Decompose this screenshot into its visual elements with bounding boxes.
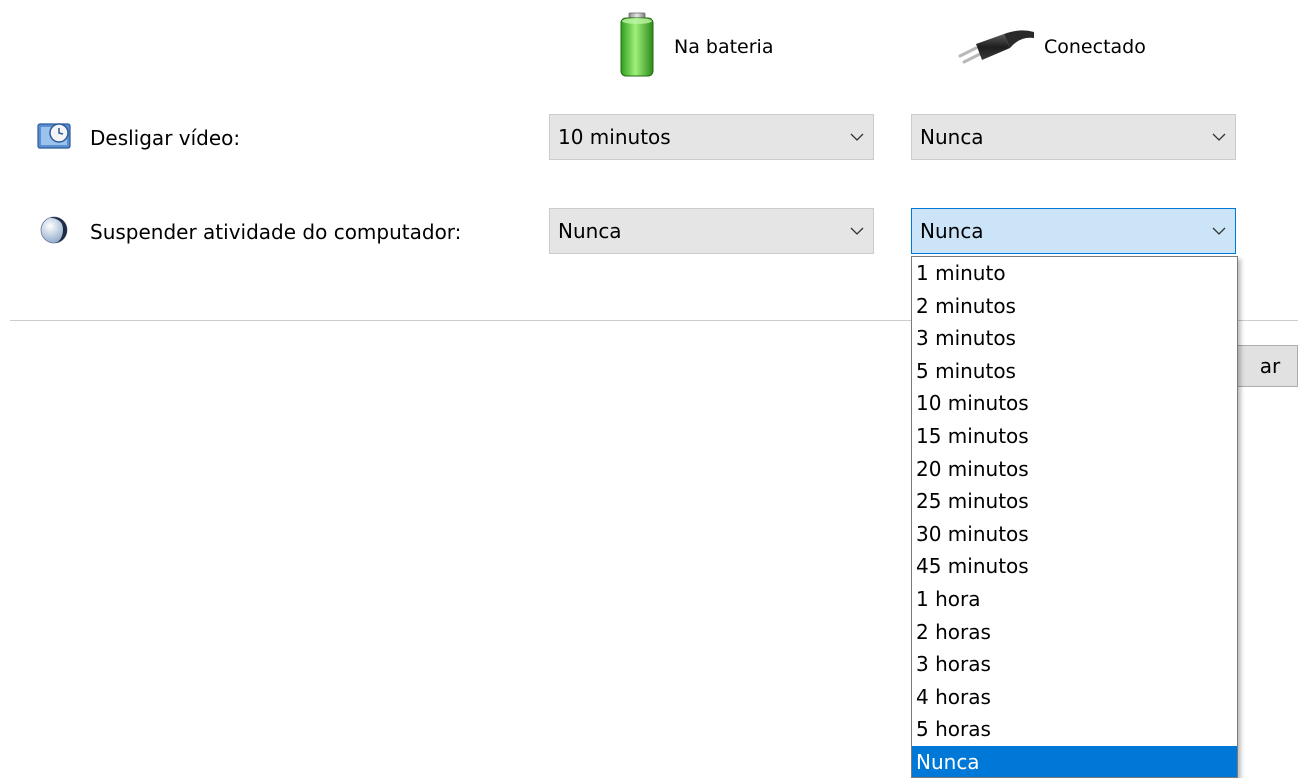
dropdown-option[interactable]: 10 minutos [912,387,1237,420]
dropdown-option[interactable]: 25 minutos [912,485,1237,518]
select-value: Nunca [558,219,622,243]
dropdown-option[interactable]: 3 horas [912,648,1237,681]
sleep-plugged-select[interactable]: Nunca [911,208,1236,254]
display-off-row-label: Desligar vídeo: [36,120,240,156]
dropdown-option[interactable]: 5 minutos [912,355,1237,388]
dropdown-option[interactable]: 45 minutos [912,550,1237,583]
dropdown-option[interactable]: 20 minutos [912,453,1237,486]
chevron-down-icon [1203,227,1235,235]
sleep-moon-icon [36,214,76,250]
dropdown-option[interactable]: 1 minuto [912,257,1237,290]
display-off-plugged-select[interactable]: Nunca [911,114,1236,160]
dropdown-option[interactable]: 3 minutos [912,322,1237,355]
button-label: ar [1259,354,1281,378]
dropdown-option[interactable]: 1 hora [912,583,1237,616]
dropdown-option[interactable]: 2 horas [912,616,1237,649]
display-off-battery-select[interactable]: 10 minutos [549,114,874,160]
select-value: Nunca [920,219,984,243]
select-value: 10 minutos [558,125,671,149]
display-timer-icon [36,120,76,156]
sleep-row-label: Suspender atividade do computador: [36,214,461,250]
display-off-label: Desligar vídeo: [90,126,241,150]
chevron-down-icon [841,227,873,235]
battery-column-header: Na bateria [618,12,773,82]
plug-icon [958,22,1036,72]
battery-icon [618,12,656,82]
plugged-column-header: Conectado [958,22,1146,72]
sleep-label: Suspender atividade do computador: [90,220,462,244]
dropdown-option[interactable]: Nunca [912,745,1237,777]
dropdown-option[interactable]: 15 minutos [912,420,1237,453]
battery-column-label: Na bateria [674,36,774,58]
dropdown-option[interactable]: 5 horas [912,713,1237,746]
sleep-plugged-dropdown-list[interactable]: 1 minuto 2 minutos 3 minutos 5 minutos 10 mi… [911,256,1238,778]
dropdown-option[interactable]: 4 horas [912,681,1237,714]
chevron-down-icon [1203,133,1235,141]
dropdown-option[interactable]: 2 minutos [912,290,1237,323]
plugged-column-label: Conectado [1044,36,1146,58]
select-value: Nunca [920,125,984,149]
chevron-down-icon [841,133,873,141]
dropdown-option[interactable]: 30 minutos [912,518,1237,551]
sleep-battery-select[interactable]: Nunca [549,208,874,254]
power-plan-settings: Na bateria Conectado Desligar vídeo: Sus… [0,0,1298,778]
